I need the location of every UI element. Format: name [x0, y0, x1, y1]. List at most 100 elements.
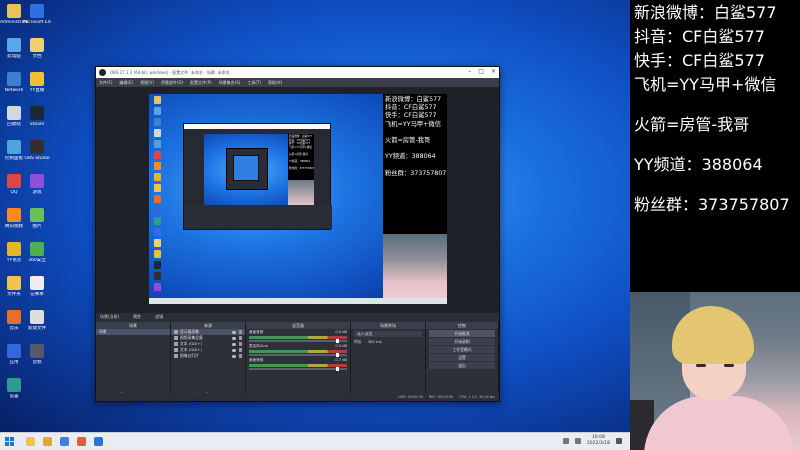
app-icon	[30, 140, 44, 154]
properties-button[interactable]: 属性	[133, 314, 141, 320]
desktop-shortcut-label: 新建文件	[28, 326, 46, 331]
obs-preview-area: 新浪微博：白鲨577 抖音：CF白鲨577 快手：CF白鲨577 飞机=YY马甲+微信…	[96, 87, 499, 313]
source-type-icon	[174, 342, 178, 346]
preview-app-icon	[154, 107, 161, 115]
control-button[interactable]: 开始录制	[429, 338, 495, 345]
scene-item[interactable]: 场景	[96, 329, 170, 335]
maximize-icon[interactable]: □	[478, 68, 484, 75]
desktop-shortcut-label: 360安全	[28, 258, 46, 263]
obs-window-title: OBS 27.1.3 (64-bit, windows) - 配置文件: 未命名…	[110, 69, 230, 75]
desktop-shortcut[interactable]: 360安全	[23, 240, 51, 274]
notification-icon[interactable]	[616, 438, 622, 444]
desktop-shortcut[interactable]: Microsoft Edge	[23, 2, 51, 36]
menu-item[interactable]: 工具(T)	[247, 80, 261, 86]
source-item[interactable]: 图像幻灯片	[171, 353, 245, 359]
desktop-shortcut[interactable]: 设置	[0, 376, 28, 410]
app-icon	[7, 140, 21, 154]
lock-icon[interactable]	[239, 348, 242, 352]
obs-scene-toolbar: 场景(当前) 属性 滤镜	[96, 313, 499, 321]
transition-select[interactable]: 淡入淡出	[354, 331, 422, 337]
cpu-status: CPU: 1.1%, 30.00 fps	[459, 394, 495, 399]
control-button[interactable]: 开始推流	[429, 330, 495, 337]
taskbar-app-icon[interactable]	[60, 437, 69, 446]
lock-icon[interactable]	[239, 336, 242, 340]
desktop-shortcut[interactable]: OBS Studio	[23, 138, 51, 172]
desktop-shortcut[interactable]: 新建文件	[23, 308, 51, 342]
control-button[interactable]: 工作室模式	[429, 346, 495, 353]
preview-app-icon	[154, 195, 161, 203]
volume-slider[interactable]	[249, 339, 347, 343]
preview-overlay-line: 粉丝群：373757807	[385, 169, 447, 177]
visibility-eye-icon[interactable]	[232, 354, 236, 358]
menu-item[interactable]: 视图(V)	[140, 80, 154, 86]
rec-status: REC: 00:00:00	[428, 394, 454, 399]
menu-item[interactable]: 停靠部件(D)	[161, 80, 183, 86]
menu-item[interactable]: 文件(F)	[99, 80, 112, 86]
preview-app-icon	[154, 261, 161, 269]
obs-titlebar[interactable]: OBS 27.1.3 (64-bit, windows) - 配置文件: 未命名…	[96, 67, 499, 78]
menu-item[interactable]: 场景集合(S)	[219, 80, 241, 86]
app-icon	[30, 4, 44, 18]
app-icon	[30, 106, 44, 120]
preview-desktop-icons	[151, 96, 165, 291]
network-icon[interactable]	[562, 438, 569, 444]
filters-button[interactable]: 滤镜	[155, 314, 163, 320]
stream-info-overlay: 新浪微博：白鲨577 抖音：CF白鲨577 快手：CF白鲨577 飞机=YY马甲…	[630, 0, 800, 292]
preview-app-icon	[154, 217, 161, 225]
volume-slider[interactable]	[249, 367, 347, 371]
taskbar-app-icon[interactable]	[43, 437, 52, 446]
preview-text-overlay: 新浪微博：白鲨577 抖音：CF白鲨577 快手：CF白鲨577 飞机=YY马甲+微信…	[383, 94, 447, 234]
taskbar-app-icon[interactable]	[26, 437, 35, 446]
lock-icon[interactable]	[239, 354, 242, 358]
overlay-line-weibo: 新浪微博：白鲨577	[634, 3, 777, 22]
visibility-eye-icon[interactable]	[232, 330, 236, 334]
scene-toolbar-current: 场景(当前)	[100, 314, 120, 319]
app-icon	[7, 276, 21, 290]
taskbar: 16:08 2022/3/18	[0, 432, 630, 450]
desktop: Administrator 此电脑 Network 回收站 控制面板 QQ 腾讯视频 YY语音…	[0, 0, 630, 432]
taskbar-app-icon[interactable]	[94, 437, 103, 446]
desktop-shortcut[interactable]: 音频	[23, 342, 51, 376]
preview-overlay-line: 火箭=房管-我哥	[385, 137, 431, 145]
obs-window[interactable]: OBS 27.1.3 (64-bit, windows) - 配置文件: 未命名…	[95, 66, 500, 402]
lock-icon[interactable]	[239, 330, 242, 334]
close-icon[interactable]: ×	[491, 68, 496, 75]
app-icon	[30, 208, 44, 222]
duration-input[interactable]: 300 ms	[368, 339, 382, 345]
mixer-channel: 麦克风/Aux 0.0 dB	[246, 343, 350, 357]
app-icon	[7, 72, 21, 86]
minimize-icon[interactable]: –	[468, 68, 471, 75]
clock[interactable]: 16:08 2022/3/18	[587, 435, 610, 447]
visibility-eye-icon[interactable]	[232, 348, 236, 352]
preview-overlay-line: 快手：CF白鲨577	[385, 112, 437, 120]
menu-item[interactable]: 编辑(E)	[119, 80, 133, 86]
taskbar-app-icon[interactable]	[77, 437, 86, 446]
control-button[interactable]: 设置	[429, 354, 495, 361]
desktop-shortcut[interactable]: 游戏	[23, 172, 51, 206]
start-button[interactable]	[0, 433, 18, 450]
menu-item[interactable]: 帮助(H)	[268, 80, 282, 86]
volume-slider[interactable]	[249, 353, 347, 357]
control-button[interactable]: 退出	[429, 362, 495, 369]
volume-icon[interactable]	[574, 438, 581, 444]
menu-item[interactable]: 配置文件(P)	[190, 80, 212, 86]
overlay-line-fan-group: 粉丝群：373757807	[634, 195, 790, 214]
desktop-shortcut-label: 设置	[9, 394, 19, 399]
visibility-eye-icon[interactable]	[232, 336, 236, 340]
app-icon	[7, 208, 21, 222]
lock-icon[interactable]	[239, 342, 242, 346]
system-tray: 16:08 2022/3/18	[562, 435, 622, 447]
desktop-shortcut[interactable]: YY直播	[23, 70, 51, 104]
app-icon	[30, 242, 44, 256]
visibility-eye-icon[interactable]	[232, 342, 236, 346]
mixer-dock: 混音器 桌面音频 0.0 dB 麦克风/Aux 0.0 dB 桌面音频 -0.7 dB	[246, 322, 351, 400]
overlay-spacer	[385, 129, 445, 137]
desktop-shortcut[interactable]: 记事本	[23, 274, 51, 308]
obs-preview[interactable]: 新浪微博：白鲨577 抖音：CF白鲨577 快手：CF白鲨577 飞机=YY马甲+微信…	[149, 94, 447, 304]
desktop-shortcut[interactable]: 文档	[23, 36, 51, 70]
desktop-shortcut[interactable]: 图片	[23, 206, 51, 240]
desktop-shortcut[interactable]: Steam	[23, 104, 51, 138]
preview-overlay-line: YY频道：388064	[385, 153, 436, 161]
transitions-dock-title: 场景转场	[351, 322, 425, 329]
preview-overlay-line: 飞机=YY马甲+微信	[385, 120, 442, 128]
